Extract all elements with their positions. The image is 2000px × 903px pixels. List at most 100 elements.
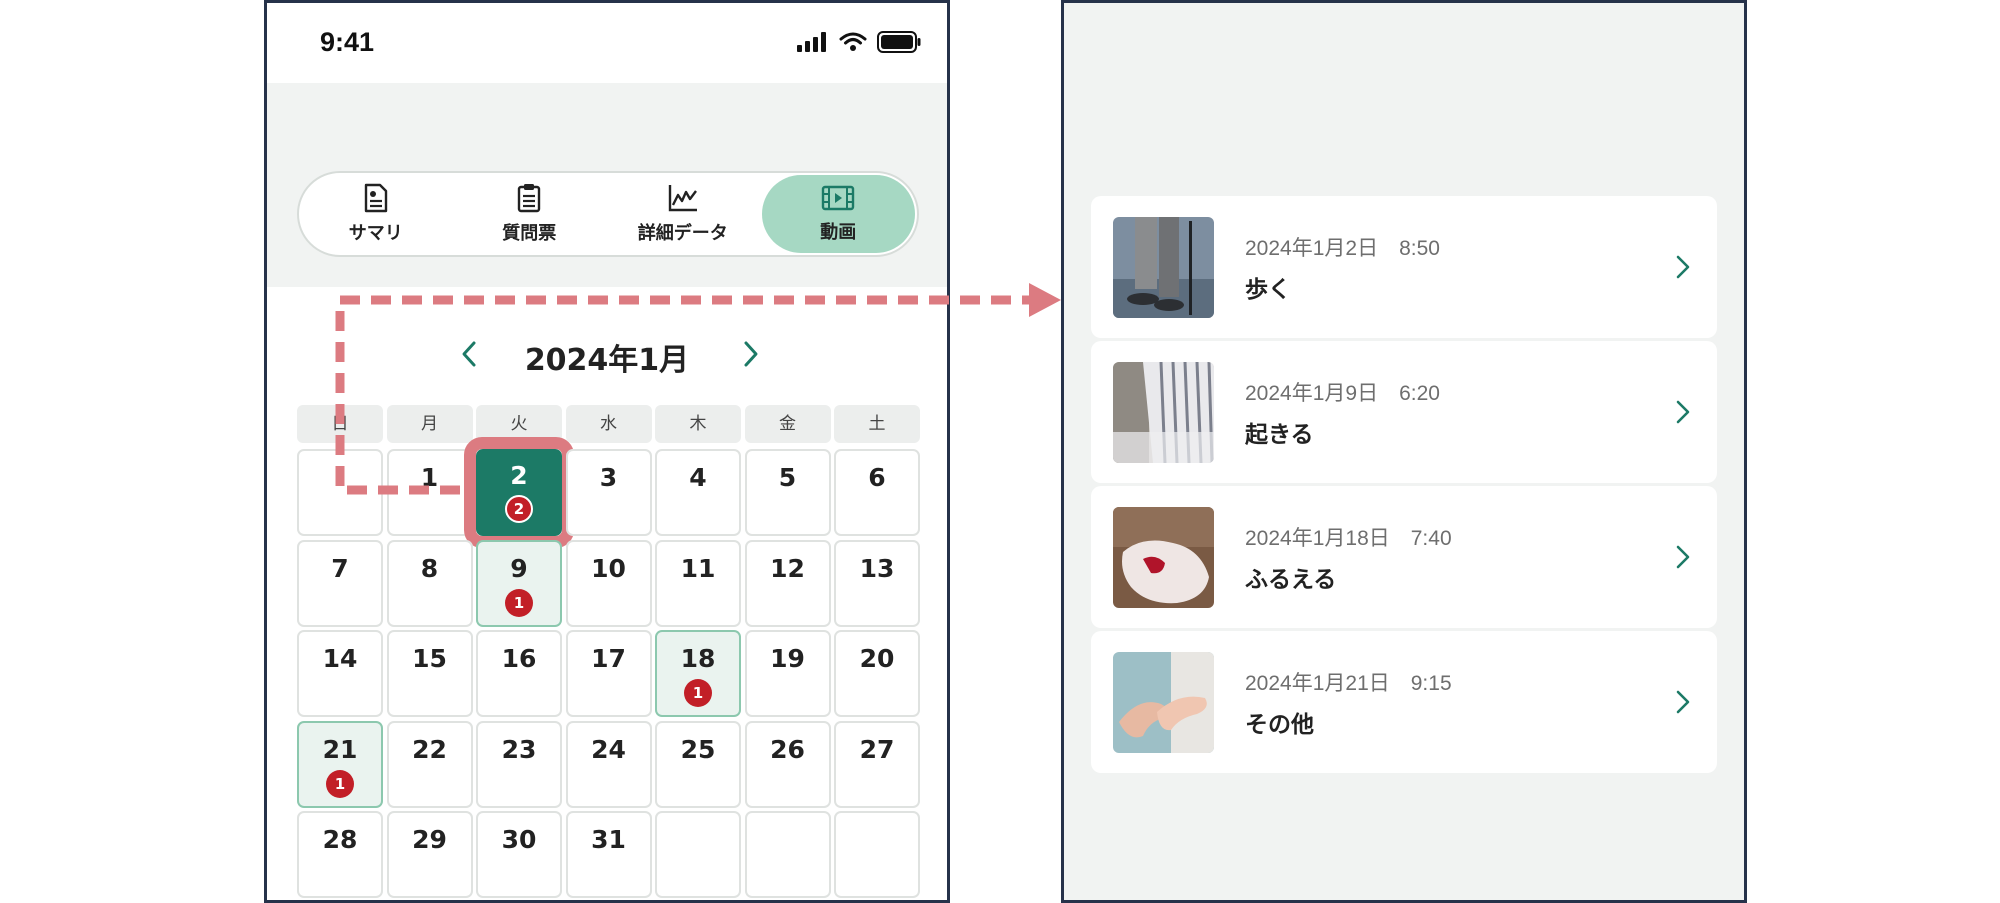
film-icon: [822, 185, 855, 211]
day-number: 9: [510, 553, 528, 583]
calendar-empty-cell: [834, 811, 920, 898]
calendar-day[interactable]: 30: [476, 811, 562, 898]
tab-summary[interactable]: サマリ: [299, 173, 453, 255]
calendar-day[interactable]: 23: [476, 720, 562, 808]
calendar-day[interactable]: 1: [386, 449, 473, 536]
video-title: 歩く: [1245, 277, 1291, 303]
video-list-item[interactable]: 2024年1月18日 7:40 ふるえる: [1091, 486, 1717, 628]
weekday-label: 土: [834, 405, 920, 443]
video-list-screen: 2024年1月2日 8:50 歩く 2024年1月9日 6:20 起きる 2024年1月…: [1061, 0, 1747, 903]
day-number: 2: [510, 461, 528, 490]
day-number: 12: [770, 553, 805, 583]
chevron-right-icon[interactable]: [735, 339, 765, 369]
video-thumbnail: [1113, 362, 1214, 463]
weekday-label: 木: [655, 405, 741, 443]
calendar-day[interactable]: 3: [565, 449, 652, 536]
calendar-day[interactable]: 11: [655, 539, 741, 627]
calendar-day[interactable]: 27: [834, 720, 920, 808]
calendar-phone-screen: 9:41 サマリ 質問票 詳細データ 動画 2024年1月 日 月 火 水 木 …: [264, 0, 950, 903]
day-number: 20: [859, 644, 895, 673]
calendar-day[interactable]: 24: [565, 720, 652, 808]
video-title: その他: [1245, 712, 1314, 738]
calendar-day[interactable]: 4: [655, 449, 741, 536]
calendar-day[interactable]: 18 1: [655, 630, 741, 717]
calendar-day[interactable]: 13: [834, 539, 920, 627]
summary-document-icon: [364, 183, 387, 213]
day-number: 21: [322, 734, 358, 764]
month-title: 2024年1月: [524, 343, 690, 378]
calendar-day[interactable]: 14: [297, 630, 383, 717]
calendar-day[interactable]: 6: [834, 449, 920, 536]
calendar-empty-cell: [297, 449, 383, 536]
day-number: 25: [680, 734, 716, 764]
day-number: 4: [689, 463, 707, 492]
weekday-label: 日: [297, 405, 383, 443]
video-date: 2024年1月18日 7:40: [1245, 527, 1452, 550]
wifi-icon: [839, 32, 867, 51]
calendar-day[interactable]: 22: [386, 720, 473, 808]
tab-video[interactable]: 動画: [761, 175, 915, 253]
video-thumbnail: [1113, 217, 1214, 318]
day-number: 26: [770, 734, 805, 764]
calendar-day[interactable]: 31: [565, 811, 652, 898]
calendar-day[interactable]: 16: [476, 630, 562, 717]
video-thumbnail: [1113, 652, 1214, 753]
calendar-day[interactable]: 5: [744, 449, 831, 536]
calendar-days-grid: 1 2 2 3 4 5 6 7 8 9 1 10 11 12 13 14 15 16 17 18 1 19 20 21 1 22 2…: [297, 437, 920, 898]
video-count-badge: 1: [684, 679, 712, 707]
day-number: 28: [322, 825, 358, 854]
chevron-right-icon: [1675, 689, 1691, 719]
calendar-day[interactable]: 91: [476, 539, 562, 627]
day-number: 22: [412, 734, 447, 764]
calendar-day[interactable]: 20: [834, 630, 920, 717]
calendar-day[interactable]: 26: [744, 720, 831, 808]
tab-detail-data[interactable]: 詳細データ: [606, 173, 760, 255]
calendar-empty-cell: [655, 811, 741, 898]
day-number: 19: [770, 644, 805, 673]
chevron-right-icon: [1675, 544, 1691, 574]
day-number: 24: [591, 734, 626, 764]
calendar-day[interactable]: 17: [565, 630, 652, 717]
tab-detail-data-label: 詳細データ: [637, 223, 728, 244]
signal-icon: [797, 32, 826, 52]
line-chart-icon: [668, 185, 697, 212]
day-number: 3: [599, 463, 618, 492]
calendar-day[interactable]: 21 1: [297, 720, 383, 808]
calendar-day[interactable]: 25: [655, 720, 741, 808]
tab-summary-label: サマリ: [348, 223, 403, 244]
calendar-day[interactable]: 22: [464, 437, 574, 548]
day-number: 23: [501, 734, 537, 764]
calendar-day[interactable]: 7: [297, 539, 383, 627]
calendar-day[interactable]: 19: [744, 630, 831, 717]
tab-questionnaire[interactable]: 質問票: [453, 173, 607, 255]
weekday-label: 火: [476, 405, 562, 443]
calendar-day[interactable]: 8: [386, 539, 473, 627]
status-time: 9:41: [320, 27, 375, 57]
video-title: 起きる: [1245, 422, 1314, 448]
day-number: 1: [420, 463, 439, 492]
calendar-empty-cell: [744, 811, 831, 898]
calendar-day[interactable]: 29: [386, 811, 473, 898]
day-number: 17: [591, 644, 626, 673]
video-list-item[interactable]: 2024年1月9日 6:20 起きる: [1091, 341, 1717, 483]
day-number: 31: [591, 825, 626, 854]
video-list-item[interactable]: 2024年1月2日 8:50 歩く: [1091, 196, 1717, 338]
day-number: 13: [859, 553, 895, 583]
chevron-right-icon: [1675, 254, 1691, 284]
day-number: 18: [680, 644, 716, 673]
calendar-header: 2024年1月: [267, 331, 947, 381]
video-list-item[interactable]: 2024年1月21日 9:15 その他: [1091, 631, 1717, 773]
calendar-day[interactable]: 28: [297, 811, 383, 898]
video-date: 2024年1月21日 9:15: [1245, 672, 1452, 695]
video-list: 2024年1月2日 8:50 歩く 2024年1月9日 6:20 起きる 2024年1月…: [1091, 196, 1717, 776]
day-number: 10: [591, 553, 626, 583]
calendar-day[interactable]: 12: [744, 539, 831, 627]
video-date: 2024年1月2日 8:50: [1245, 237, 1440, 260]
calendar-day[interactable]: 15: [386, 630, 473, 717]
day-number: 8: [420, 553, 439, 583]
calendar-day[interactable]: 10: [565, 539, 652, 627]
day-number: 16: [501, 644, 537, 673]
weekday-label: 水: [565, 405, 652, 443]
video-count-badge: 1: [505, 588, 533, 617]
video-count-badge: 2: [505, 495, 533, 523]
